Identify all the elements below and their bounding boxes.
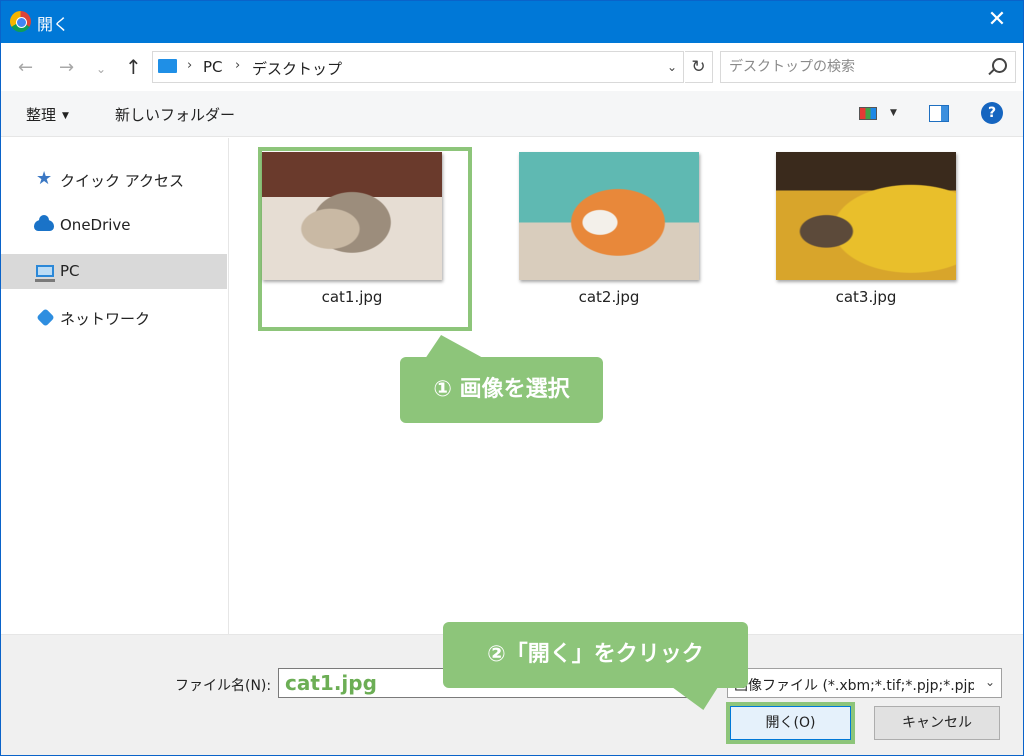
organize-label: 整理	[26, 106, 57, 124]
file-name: cat2.jpg	[578, 288, 640, 306]
file-thumbnail	[776, 152, 956, 280]
sidebar-item-label: PC	[60, 262, 80, 280]
address-bar[interactable]: › PC › デスクトップ ⌄	[152, 51, 684, 83]
file-item-cat3[interactable]: cat3.jpg	[756, 138, 976, 328]
close-icon[interactable]: ✕	[985, 9, 1009, 33]
callout-step1-text: ① 画像を選択	[433, 377, 570, 402]
file-list: cat1.jpg cat2.jpg cat3.jpg	[230, 138, 1023, 634]
sidebar-item-onedrive[interactable]: OneDrive	[1, 208, 227, 243]
toolbar: 整理 ▼ 新しいフォルダー ▼ ?	[1, 91, 1023, 137]
file-type-value: 画像ファイル (*.xbm;*.tif;*.pjp;*.pjpeg	[734, 678, 974, 694]
network-icon	[36, 308, 55, 327]
breadcrumb-separator-icon: ›	[187, 58, 193, 73]
forward-arrow-icon[interactable]: →	[59, 57, 74, 78]
breadcrumb-separator-icon: ›	[235, 58, 241, 73]
path-dropdown-icon[interactable]: ⌄	[667, 60, 677, 74]
title-bar: 開く ✕	[1, 1, 1023, 43]
organize-button[interactable]: 整理 ▼	[26, 104, 69, 125]
cloud-icon	[34, 215, 54, 231]
file-item-cat2[interactable]: cat2.jpg	[499, 138, 719, 328]
file-item-cat1[interactable]: cat1.jpg	[242, 138, 472, 331]
caret-down-icon: ▼	[62, 111, 69, 121]
callout-step2-text: ②「開く」をクリック	[487, 642, 704, 667]
cancel-button[interactable]: キャンセル	[874, 706, 1000, 740]
refresh-button[interactable]: ↻	[685, 51, 713, 83]
up-arrow-icon[interactable]: ↑	[125, 55, 142, 79]
sidebar-item-pc[interactable]: PC	[1, 254, 227, 289]
star-icon: ★	[36, 168, 53, 189]
back-arrow-icon[interactable]: ←	[18, 57, 33, 78]
file-type-select[interactable]: 画像ファイル (*.xbm;*.tif;*.pjp;*.pjpeg ⌄	[727, 668, 1002, 698]
open-button[interactable]: 開く(O)	[726, 702, 855, 744]
chevron-down-icon[interactable]: ⌄	[96, 62, 106, 76]
pc-icon	[35, 265, 55, 282]
sidebar-item-label: ネットワーク	[60, 310, 151, 328]
sidebar-item-label: クイック アクセス	[60, 172, 185, 190]
chevron-down-icon: ⌄	[984, 675, 995, 689]
chrome-icon	[10, 11, 31, 32]
window-title: 開く	[37, 15, 70, 34]
sidebar-item-label: OneDrive	[60, 216, 131, 234]
search-box[interactable]	[720, 51, 1016, 83]
view-caret-icon[interactable]: ▼	[890, 108, 897, 118]
file-thumbnail	[519, 152, 699, 280]
address-row: ← → ⌄ ↑ › PC › デスクトップ ⌄ ↻	[1, 43, 1023, 91]
sidebar-item-quick-access[interactable]: ★ クイック アクセス	[1, 162, 227, 197]
navigation-pane: ★ クイック アクセス OneDrive PC ネットワーク	[1, 138, 229, 634]
file-name: cat1.jpg	[321, 288, 383, 306]
help-icon[interactable]: ?	[981, 102, 1003, 124]
callout-tail	[670, 686, 728, 710]
view-options-icon[interactable]	[859, 107, 877, 120]
file-thumbnail	[262, 152, 442, 280]
file-name: cat3.jpg	[835, 288, 897, 306]
sidebar-item-network[interactable]: ネットワーク	[1, 300, 227, 335]
new-folder-button[interactable]: 新しいフォルダー	[115, 104, 235, 125]
breadcrumb-desktop[interactable]: デスクトップ	[252, 58, 342, 79]
open-file-dialog: 開く ✕ ← → ⌄ ↑ › PC › デスクトップ ⌄ ↻ 整理 ▼ 新しいフォ…	[0, 0, 1024, 756]
callout-step1: ① 画像を選択	[400, 335, 603, 423]
search-icon[interactable]	[992, 58, 1007, 73]
preview-pane-icon[interactable]	[929, 105, 949, 122]
filename-label: ファイル名(N):	[175, 678, 272, 694]
button-highlight	[726, 702, 855, 744]
monitor-icon	[158, 59, 177, 73]
search-input[interactable]	[729, 57, 979, 77]
breadcrumb-pc[interactable]: PC	[203, 58, 223, 76]
callout-step2: ②「開く」をクリック	[443, 622, 748, 710]
